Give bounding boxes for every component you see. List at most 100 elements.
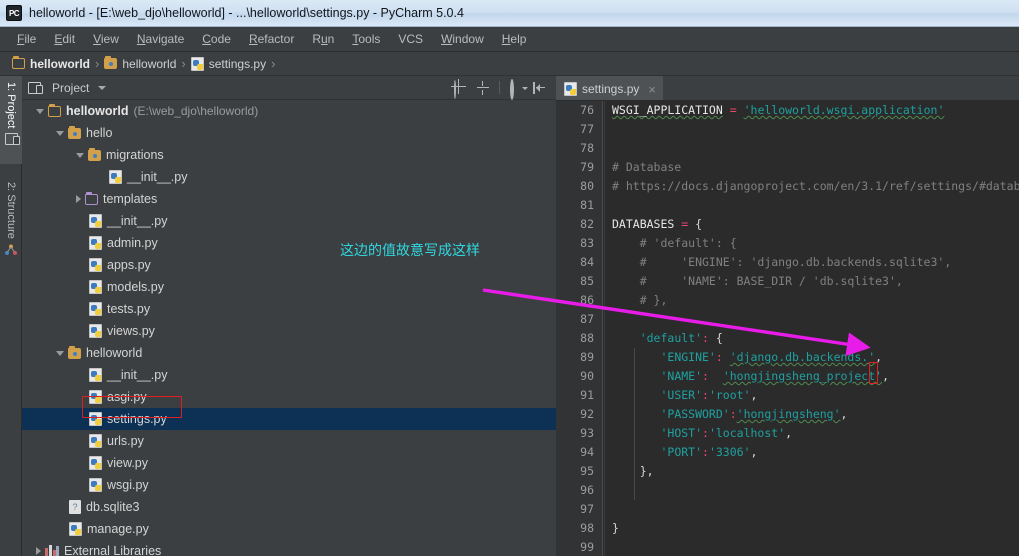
code-line-79[interactable]: # Database	[604, 158, 1019, 177]
tree-item-label-wrap: migrations	[88, 147, 164, 162]
line-number: 76	[580, 103, 594, 117]
code-line-84[interactable]: # 'ENGINE': 'django.db.backends.sqlite3'…	[604, 253, 1019, 272]
code-viewport[interactable]: 76 77 78 79 80 81 82 83 84 85 86 87 88 89 90 91 92 93 94 95…	[556, 101, 1019, 556]
tree-item-tests-py[interactable]: tests.py	[22, 298, 556, 320]
project-tree[interactable]: helloworld (E:\web_djo\helloworld)hello mi…	[22, 100, 556, 556]
tree-item-templates[interactable]: templates	[22, 188, 556, 210]
tree-item-manage-py[interactable]: manage.py	[22, 518, 556, 540]
editor-tab-bar: settings.py ×	[556, 76, 1019, 101]
menu-item-vcs[interactable]: VCS	[389, 30, 432, 48]
tree-item-name: helloworld	[66, 104, 129, 118]
tree-item-label-wrap: helloworld (E:\web_djo\helloworld)	[48, 103, 258, 118]
code-token: 'ENGINE'	[660, 350, 716, 364]
code-line-95[interactable]: },	[604, 462, 1019, 481]
line-number: 89	[580, 350, 594, 364]
code-line-80[interactable]: # https://docs.djangoproject.com/en/3.1/…	[604, 177, 1019, 196]
code-line-87[interactable]	[604, 310, 1019, 329]
menu-bar: File Edit View Navigate Code Refactor Run Tools…	[0, 27, 1019, 52]
menu-item-tools[interactable]: Tools	[343, 30, 389, 48]
code-line-81[interactable]	[604, 196, 1019, 215]
menu-item-view[interactable]: View	[84, 30, 128, 48]
tree-item-settings-py[interactable]: settings.py	[22, 408, 556, 430]
code-line-88[interactable]: 'default': {	[604, 329, 1019, 348]
tree-item-name: view.py	[107, 456, 148, 470]
code-line-83[interactable]: # 'default': {	[604, 234, 1019, 253]
menu-item-window[interactable]: Window	[432, 30, 493, 48]
tree-item-view-py[interactable]: view.py	[22, 452, 556, 474]
code-line-93[interactable]: 'HOST':'localhost',	[604, 424, 1019, 443]
code-line-82[interactable]: DATABASES = {	[604, 215, 1019, 234]
collapse-all-icon[interactable]	[476, 80, 490, 95]
tree-item-helloworld[interactable]: helloworld	[22, 342, 556, 364]
settings-gear-icon[interactable]	[509, 78, 528, 100]
chevron-right-icon[interactable]	[36, 547, 41, 555]
code-lines[interactable]: WSGI_APPLICATION = 'helloworld.wsgi.appl…	[604, 101, 1019, 556]
breadcrumb-separator: ›	[181, 56, 186, 71]
editor-tab-settings-py[interactable]: settings.py ×	[556, 76, 663, 100]
code-line-90[interactable]: 'NAME': 'hongjingsheng_project',	[604, 367, 1019, 386]
code-line-99[interactable]	[604, 538, 1019, 556]
code-line-94[interactable]: 'PORT':'3306',	[604, 443, 1019, 462]
menu-item-refactor[interactable]: Refactor	[240, 30, 303, 48]
tree-item-wsgi-py[interactable]: wsgi.py	[22, 474, 556, 496]
code-line-96[interactable]	[604, 481, 1019, 500]
code-token: :	[729, 407, 737, 421]
tree-item-name: views.py	[107, 324, 155, 338]
tree-item-views-py[interactable]: views.py	[22, 320, 556, 342]
code-line-91[interactable]: 'USER':'root',	[604, 386, 1019, 405]
chevron-down-icon[interactable]	[36, 108, 44, 114]
project-panel-title: Project	[52, 80, 90, 95]
code-line-89[interactable]: 'ENGINE': 'django.db.backends.',	[604, 348, 1019, 367]
tree-item-external-libraries[interactable]: External Libraries	[22, 540, 556, 556]
title-bar: PC helloworld - [E:\web_djo\helloworld] …	[0, 0, 1019, 27]
menu-item-file[interactable]: File	[8, 30, 45, 48]
tool-tab-structure[interactable]: 2: Structure	[0, 176, 22, 286]
tree-item-label-wrap: __init__.py	[109, 170, 187, 184]
project-icon	[4, 133, 20, 146]
chevron-down-icon[interactable]	[56, 130, 64, 136]
menu-item-run[interactable]: Run	[303, 30, 343, 48]
code-line-76[interactable]: WSGI_APPLICATION = 'helloworld.wsgi.appl…	[604, 101, 1019, 120]
menu-item-navigate[interactable]: Navigate	[128, 30, 193, 48]
code-line-98[interactable]: }	[604, 519, 1019, 538]
tree-item-models-py[interactable]: models.py	[22, 276, 556, 298]
db-file-icon: ?	[69, 500, 81, 514]
hide-panel-icon[interactable]	[532, 81, 546, 95]
chevron-down-icon[interactable]	[56, 350, 64, 356]
tree-item-asgi-py[interactable]: asgi.py	[22, 386, 556, 408]
breadcrumb-item-1[interactable]: helloworld	[104, 56, 176, 71]
code-token: :	[702, 426, 709, 440]
code-token: # 'NAME': BASE_DIR / 'db.sqlite3',	[612, 274, 903, 288]
code-line-97[interactable]	[604, 500, 1019, 519]
tree-item-label-wrap: views.py	[89, 324, 155, 338]
locate-target-icon[interactable]	[453, 79, 467, 99]
chevron-down-icon[interactable]	[76, 152, 84, 158]
tree-item--init-py[interactable]: __init__.py	[22, 210, 556, 232]
tree-item-helloworld[interactable]: helloworld (E:\web_djo\helloworld)	[22, 100, 556, 122]
code-line-92[interactable]: 'PASSWORD':'hongjingsheng',	[604, 405, 1019, 424]
tree-item-urls-py[interactable]: urls.py	[22, 430, 556, 452]
tree-item-migrations[interactable]: migrations	[22, 144, 556, 166]
code-line-77[interactable]	[604, 120, 1019, 139]
close-icon[interactable]: ×	[648, 82, 656, 97]
chevron-right-icon[interactable]	[76, 195, 81, 203]
menu-item-code[interactable]: Code	[193, 30, 240, 48]
tree-item-db-sqlite3[interactable]: ? db.sqlite3	[22, 496, 556, 518]
code-line-85[interactable]: # 'NAME': BASE_DIR / 'db.sqlite3',	[604, 272, 1019, 291]
chevron-down-icon[interactable]	[98, 85, 107, 90]
breadcrumb-item-0[interactable]: helloworld	[12, 56, 90, 71]
breadcrumb-item-2[interactable]: settings.py	[190, 56, 266, 71]
code-line-78[interactable]	[604, 139, 1019, 158]
tree-item-hello[interactable]: hello	[22, 122, 556, 144]
code-line-86[interactable]: # },	[604, 291, 1019, 310]
tool-tab-project[interactable]: 1: Project	[0, 76, 22, 164]
menu-item-edit[interactable]: Edit	[45, 30, 84, 48]
external-libraries-icon	[45, 544, 59, 556]
tree-item-name: hello	[86, 126, 113, 140]
tree-item--init-py[interactable]: __init__.py	[22, 166, 556, 188]
menu-item-help[interactable]: Help	[493, 30, 536, 48]
tree-item--init-py[interactable]: __init__.py	[22, 364, 556, 386]
code-token: :	[702, 388, 709, 402]
